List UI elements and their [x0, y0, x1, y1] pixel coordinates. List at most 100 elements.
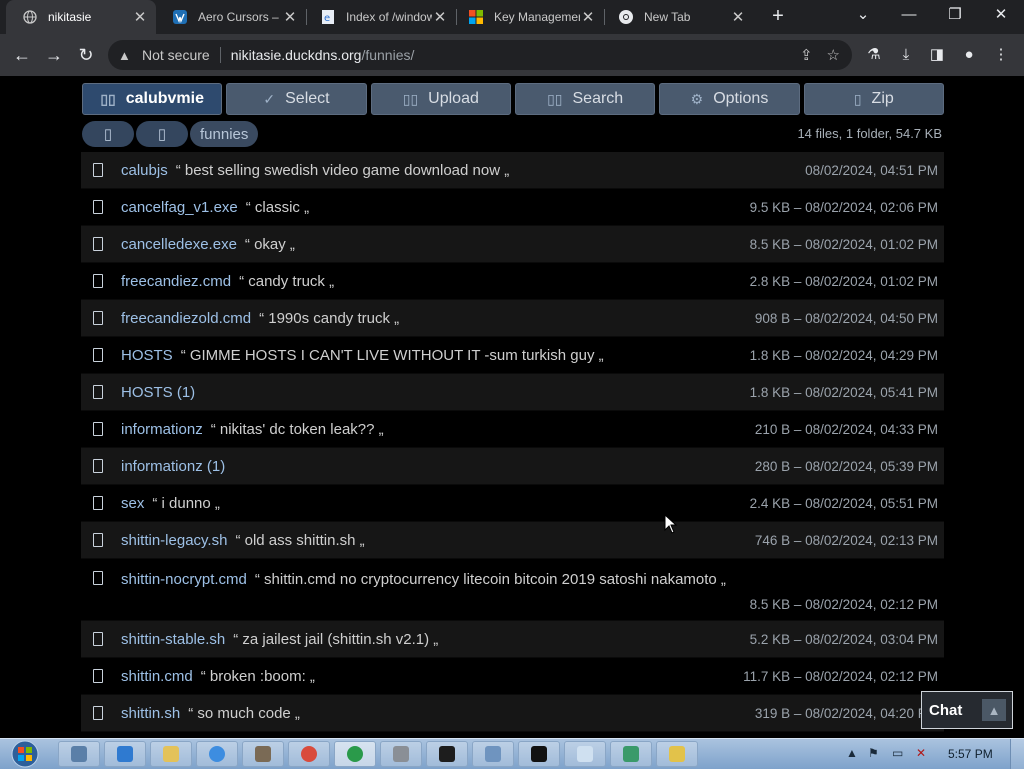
file-checkbox[interactable]: [93, 632, 103, 646]
file-checkbox[interactable]: [93, 459, 103, 473]
download-icon[interactable]: ⤓: [895, 44, 917, 66]
new-tab-button[interactable]: +: [768, 5, 788, 29]
close-tab-icon[interactable]: ✕: [282, 8, 298, 26]
taskbar-ie-icon[interactable]: [196, 741, 238, 767]
taskbar-app-icon[interactable]: [656, 741, 698, 767]
file-checkbox[interactable]: [93, 311, 103, 325]
user-button[interactable]: ▯▯ calubvmie: [82, 83, 223, 115]
taskbar-chrome-icon[interactable]: [334, 741, 376, 767]
file-name-link[interactable]: freecandiez.cmd: [121, 273, 231, 290]
file-name-link[interactable]: shittin.cmd: [121, 668, 193, 685]
taskbar-app-icon[interactable]: [472, 741, 514, 767]
file-row[interactable]: shittin.sh “ so much code „ 319 B – 08/02/…: [81, 695, 944, 732]
breadcrumb-root-icon[interactable]: ▯: [136, 121, 188, 147]
tab-index-of-windows[interactable]: e Index of /window ✕: [304, 0, 456, 34]
file-name-link[interactable]: cancelledexe.exe: [121, 236, 237, 253]
zip-button[interactable]: ▯ Zip: [803, 83, 944, 115]
file-name-link[interactable]: HOSTS (1): [121, 384, 195, 401]
back-icon[interactable]: ←: [10, 43, 34, 67]
tray-volume-muted-icon[interactable]: ✕: [916, 746, 926, 760]
taskbar-app-icon[interactable]: [104, 741, 146, 767]
lab-flask-icon[interactable]: ⚗: [863, 44, 885, 66]
file-checkbox[interactable]: [93, 533, 103, 547]
select-button[interactable]: ✓ Select: [226, 83, 367, 115]
file-checkbox[interactable]: [93, 571, 103, 585]
taskbar-app-icon[interactable]: [58, 741, 100, 767]
file-checkbox[interactable]: [93, 163, 103, 177]
start-button-icon[interactable]: [6, 740, 44, 768]
file-checkbox[interactable]: [93, 348, 103, 362]
file-name-link[interactable]: freecandiezold.cmd: [121, 310, 251, 327]
file-row[interactable]: shittin.cmd “ broken :boom: „ 11.7 KB – 08…: [81, 658, 944, 695]
restore-icon[interactable]: ❐: [940, 4, 970, 28]
clock[interactable]: 5:57 PM: [948, 747, 993, 761]
taskbar-app-icon[interactable]: [610, 741, 652, 767]
minimize-icon[interactable]: —: [894, 4, 924, 28]
menu-icon[interactable]: ⋮: [990, 44, 1012, 66]
taskbar-7zip-icon[interactable]: [426, 741, 468, 767]
file-checkbox[interactable]: [93, 274, 103, 288]
file-name-link[interactable]: sex: [121, 495, 144, 512]
bookmark-star-icon[interactable]: ☆: [827, 46, 840, 64]
address-bar[interactable]: ▲ Not secure nikitasie.duckdns.org/funni…: [108, 40, 852, 70]
breadcrumb-folder[interactable]: funnies: [190, 121, 259, 147]
close-tab-icon[interactable]: ✕: [132, 8, 148, 26]
file-row[interactable]: cancelfag_v1.exe “ classic „ 9.5 KB – 08/0…: [81, 189, 944, 226]
file-row[interactable]: informationz “ nikitas' dc token leak?? „…: [81, 411, 944, 448]
file-row[interactable]: freecandiez.cmd “ candy truck „ 2.8 KB – 0…: [81, 263, 944, 300]
file-checkbox[interactable]: [93, 422, 103, 436]
taskbar-app-icon[interactable]: [288, 741, 330, 767]
file-row[interactable]: informationz (1) 280 B – 08/02/2024, 05:3…: [81, 448, 944, 485]
file-row[interactable]: HOSTS (1) 1.8 KB – 08/02/2024, 05:41 PM: [81, 374, 944, 411]
taskbar-calculator-icon[interactable]: [380, 741, 422, 767]
file-row[interactable]: shittin-stable.sh “ za jailest jail (shit…: [81, 621, 944, 658]
file-checkbox[interactable]: [93, 200, 103, 214]
close-tab-icon[interactable]: ✕: [432, 8, 448, 26]
file-name-link[interactable]: informationz (1): [121, 458, 225, 475]
breadcrumb-home-icon[interactable]: ▯: [82, 121, 134, 147]
file-row[interactable]: HOSTS “ GIMME HOSTS I CAN'T LIVE WITHOUT …: [81, 337, 944, 374]
file-name-link[interactable]: shittin-nocrypt.cmd: [121, 571, 247, 588]
chat-button[interactable]: Chat ▲: [921, 691, 1013, 729]
close-tab-icon[interactable]: ✕: [580, 8, 596, 26]
search-button[interactable]: ▯▯ Search: [514, 83, 656, 115]
file-name-link[interactable]: shittin-legacy.sh: [121, 532, 227, 549]
file-checkbox[interactable]: [93, 385, 103, 399]
upload-button[interactable]: ▯▯ Upload: [370, 83, 511, 115]
file-checkbox[interactable]: [93, 706, 103, 720]
tab-search-icon[interactable]: ⌄: [848, 4, 878, 28]
tab-new-tab[interactable]: New Tab ✕: [602, 0, 754, 34]
tab-aero-cursors[interactable]: Aero Cursors – W ✕: [156, 0, 306, 34]
chevron-up-icon[interactable]: ▲: [982, 699, 1006, 721]
reload-icon[interactable]: ↻: [74, 43, 98, 67]
file-checkbox[interactable]: [93, 237, 103, 251]
file-row[interactable]: shittin-nocrypt.cmd “ shittin.cmd no cryp…: [81, 559, 944, 621]
file-row[interactable]: sex “ i dunno „ 2.4 KB – 08/02/2024, 05:51…: [81, 485, 944, 522]
file-row[interactable]: calubjs “ best selling swedish video game…: [81, 152, 944, 189]
file-checkbox[interactable]: [93, 496, 103, 510]
close-tab-icon[interactable]: ✕: [730, 8, 746, 26]
warning-icon[interactable]: ▲: [118, 48, 134, 63]
file-row[interactable]: shittin-legacy.sh “ old ass shittin.sh „ 7…: [81, 522, 944, 559]
taskbar-cmd-icon[interactable]: [518, 741, 560, 767]
file-row[interactable]: freecandiezold.cmd “ 1990s candy truck „ 9…: [81, 300, 944, 337]
tab-nikitasie[interactable]: nikitasie ✕: [6, 0, 156, 34]
profile-icon[interactable]: ●: [958, 44, 980, 66]
file-name-link[interactable]: calubjs: [121, 162, 168, 179]
tray-flag-icon[interactable]: ⚑: [868, 746, 879, 760]
tray-chevron-icon[interactable]: ▲: [846, 746, 858, 760]
side-panel-icon[interactable]: ◨: [926, 44, 948, 66]
file-name-link[interactable]: cancelfag_v1.exe: [121, 199, 238, 216]
security-label[interactable]: Not secure: [142, 47, 210, 63]
file-name-link[interactable]: shittin.sh: [121, 705, 180, 722]
forward-icon[interactable]: →: [42, 43, 66, 67]
file-name-link[interactable]: shittin-stable.sh: [121, 631, 225, 648]
file-name-link[interactable]: informationz: [121, 421, 203, 438]
tray-network-icon[interactable]: ▭: [892, 746, 903, 760]
taskbar-app-icon[interactable]: [242, 741, 284, 767]
options-button[interactable]: ⚙ Options: [659, 83, 800, 115]
file-name-link[interactable]: HOSTS: [121, 347, 173, 364]
file-checkbox[interactable]: [93, 669, 103, 683]
file-row[interactable]: cancelledexe.exe “ okay „ 8.5 KB – 08/02/2…: [81, 226, 944, 263]
share-icon[interactable]: ⇪: [800, 46, 813, 64]
